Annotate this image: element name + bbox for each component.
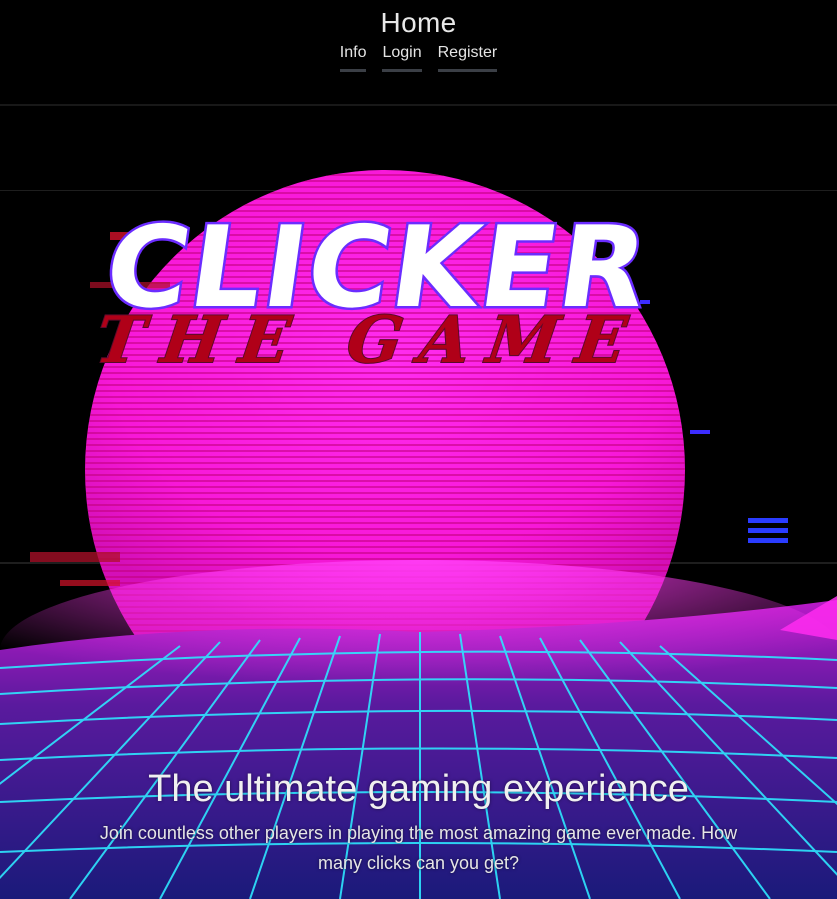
page: CLICKER THE GAME Home Info Login Registe… xyxy=(0,0,837,899)
hero-section: The ultimate gaming experience Join coun… xyxy=(0,766,837,878)
nav-link-info[interactable]: Info xyxy=(339,42,367,72)
hero-description: Join countless other players in playing … xyxy=(99,823,738,873)
hero-title: The ultimate gaming experience xyxy=(148,768,689,810)
site-header: Home Info Login Register xyxy=(0,0,837,72)
nav-link-login[interactable]: Login xyxy=(382,42,422,72)
logo-subtitle-text: THE GAME xyxy=(91,303,648,378)
nav-link-register[interactable]: Register xyxy=(437,42,498,72)
synthwave-background: CLICKER THE GAME xyxy=(0,0,837,899)
logo: CLICKER THE GAME xyxy=(90,200,659,379)
main-nav: Info Login Register xyxy=(0,42,837,72)
page-title: Home xyxy=(380,7,457,38)
